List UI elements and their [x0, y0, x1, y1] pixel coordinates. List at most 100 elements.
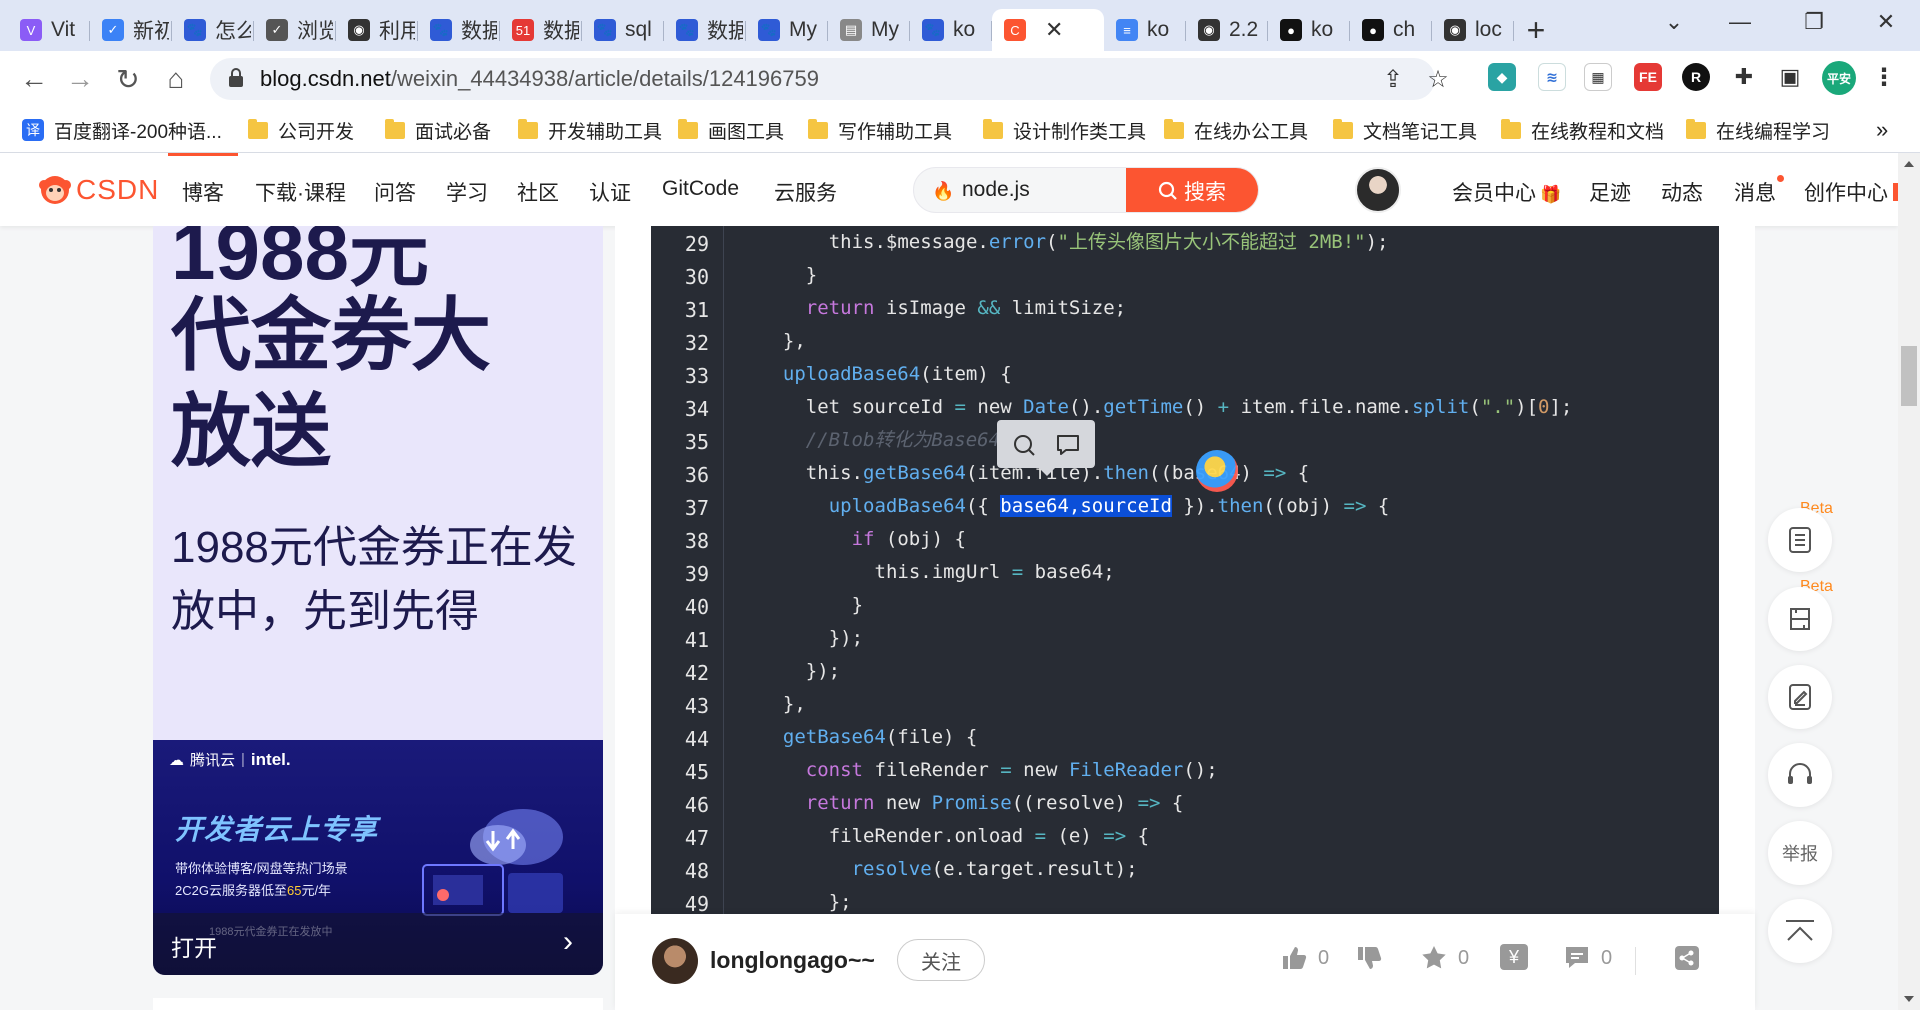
forward-button[interactable]: → — [60, 61, 100, 97]
tab-search-chevron-icon[interactable]: ⌄ — [1644, 0, 1704, 44]
reader-tool-button[interactable] — [1768, 587, 1832, 651]
bookmark-folder[interactable]: 设计制作类工具 — [983, 117, 1146, 143]
home-button[interactable]: ⌂ — [156, 61, 196, 97]
nav-learn[interactable]: 学习 — [446, 177, 488, 207]
qr-code-extension-icon[interactable]: ▦ — [1584, 63, 1612, 91]
nav-activity[interactable]: 动态 — [1661, 177, 1703, 207]
voucher-ad[interactable]: 1988元 代金券大 放送 1988元代金券正在发放中，先到先得 — [153, 226, 603, 740]
browser-tab[interactable]: 🐾 数据 — [418, 9, 500, 51]
shield-extension-icon[interactable]: ◆ — [1488, 63, 1516, 91]
nav-vip-center[interactable]: 会员中心 🎁 — [1452, 177, 1561, 207]
restore-window-button[interactable]: ❐ — [1784, 0, 1844, 44]
bookmark-folder[interactable]: 在线编程学习 — [1686, 117, 1830, 143]
tencent-cloud-ad[interactable]: ☁ 腾讯云 | intel. 开发者云上专享 带你体验博客/网盘等热门场景 2C… — [153, 740, 603, 975]
comment-selection-button[interactable] — [1053, 430, 1083, 460]
browser-tab[interactable]: ◉ 2.2 — [1186, 9, 1268, 51]
page-scrollbar[interactable] — [1898, 153, 1920, 1010]
code-block[interactable]: 29 30 31 32 33 34 35 36 37 38 39 40 41 42 43 44 45 46 47 48… — [651, 226, 1719, 914]
collect-button[interactable]: 0 — [1420, 944, 1469, 972]
search-box[interactable]: 🔥 node.js 搜索 — [913, 167, 1259, 213]
browser-tab[interactable]: ✓ 浏览 — [254, 9, 336, 51]
write-note-button[interactable] — [1768, 665, 1832, 729]
bookmark-folder[interactable]: 面试必备 — [385, 117, 491, 143]
scroll-up-arrow[interactable] — [1904, 161, 1914, 167]
new-tab-button[interactable]: + — [1514, 9, 1558, 51]
browser-tab[interactable]: ✓ 新初 — [90, 9, 172, 51]
nav-blog[interactable]: 博客 — [168, 153, 238, 207]
browser-tab[interactable]: ◉ 利用 — [336, 9, 418, 51]
reward-button[interactable]: ¥ — [1500, 944, 1528, 970]
bookmark-star-icon[interactable]: ☆ — [1425, 66, 1451, 93]
selected-code-text[interactable]: base64,sourceId — [1000, 495, 1172, 517]
bookmark-folder[interactable]: 文档笔记工具 — [1333, 117, 1477, 143]
scroll-down-arrow[interactable] — [1904, 996, 1914, 1002]
user-avatar[interactable] — [1355, 167, 1401, 213]
nav-download-course[interactable]: 下载·课程 — [255, 177, 346, 207]
follow-button[interactable]: 关注 — [897, 939, 985, 981]
extensions-puzzle-icon[interactable]: ✚ — [1730, 63, 1758, 91]
author-avatar[interactable] — [652, 938, 698, 984]
browser-tab[interactable]: 51 数据 — [500, 9, 582, 51]
r-extension-icon[interactable]: R — [1682, 63, 1710, 91]
search-selection-button[interactable] — [1009, 430, 1039, 460]
nav-creator-center[interactable]: 创作中心 — [1804, 177, 1888, 207]
tab-active[interactable]: C ✕ — [992, 9, 1104, 51]
bookmark-folder[interactable]: 画图工具 — [678, 117, 784, 143]
author-name[interactable]: longlongago~~ — [710, 947, 875, 974]
browser-tab[interactable]: V Vit — [8, 9, 90, 51]
nav-cloud[interactable]: 云服务 — [774, 177, 837, 207]
outline-tool-button[interactable] — [1768, 508, 1832, 572]
bookmark-folder[interactable]: 在线教程和文档 — [1501, 117, 1664, 143]
share-icon[interactable]: ⇪ — [1380, 66, 1406, 93]
back-to-top-button[interactable] — [1768, 899, 1832, 963]
nav-community[interactable]: 社区 — [517, 177, 559, 207]
search-input[interactable]: node.js — [962, 178, 1030, 202]
nav-gitcode[interactable]: GitCode — [662, 177, 739, 201]
browser-tab[interactable]: 🐾 sql — [582, 9, 664, 51]
scrollbar-thumb[interactable] — [1901, 346, 1917, 406]
bookmark-folder[interactable]: 公司开发 — [248, 117, 354, 143]
code-token: (item) { — [920, 363, 1012, 385]
comment-button[interactable]: 0 — [1563, 944, 1612, 972]
profile-avatar[interactable]: 平安 — [1822, 61, 1856, 95]
nav-qa[interactable]: 问答 — [374, 177, 416, 207]
ad2-open-bar[interactable]: 1988元代金券正在发放中 打开 › — [153, 913, 603, 975]
browser-tab[interactable]: ◉ loc — [1432, 9, 1514, 51]
line-number: 49 — [684, 892, 709, 914]
browser-tab[interactable]: ≡ ko — [1104, 9, 1186, 51]
nav-footprint[interactable]: 足迹 — [1589, 177, 1631, 207]
close-tab-icon[interactable]: ✕ — [1045, 17, 1063, 43]
side-panel-icon[interactable]: ▣ — [1776, 63, 1804, 91]
reload-button[interactable]: ↻ — [108, 61, 148, 97]
bookmark-item[interactable]: 译百度翻译-200种语... — [22, 117, 222, 143]
bookmark-folder[interactable]: 在线办公工具 — [1164, 117, 1308, 143]
back-button[interactable]: ← — [14, 61, 54, 97]
bookmark-folder[interactable]: 写作辅助工具 — [808, 117, 952, 143]
nav-messages[interactable]: 消息 — [1734, 175, 1784, 207]
like-button[interactable]: 0 — [1280, 944, 1329, 972]
browser-tab[interactable]: ▤ My — [828, 9, 910, 51]
csdn-logo[interactable]: CSDN — [38, 173, 159, 207]
fe-extension-icon[interactable]: FE — [1634, 63, 1662, 91]
layers-extension-icon[interactable]: ≋ — [1538, 63, 1566, 91]
browser-tab[interactable]: 🐾 ko — [910, 9, 992, 51]
code-token: new — [874, 792, 932, 814]
report-button[interactable]: 举报 — [1768, 821, 1832, 885]
browser-tab[interactable]: 🐾 My — [746, 9, 828, 51]
minimize-window-button[interactable]: — — [1710, 0, 1770, 44]
browser-tab[interactable]: 🐾 怎么 — [172, 9, 254, 51]
bookmarks-overflow-chevron-icon[interactable]: » — [1876, 117, 1888, 143]
code-token: new — [1011, 759, 1069, 781]
address-bar[interactable]: blog.csdn.net/weixin_44434938/article/de… — [210, 58, 1449, 100]
bookmark-folder[interactable]: 开发辅助工具 — [518, 117, 662, 143]
browser-tab[interactable]: ● ch — [1350, 9, 1432, 51]
search-button[interactable]: 搜索 — [1126, 168, 1258, 212]
browser-tab[interactable]: 🐾 数据 — [664, 9, 746, 51]
nav-certification[interactable]: 认证 — [589, 177, 631, 207]
browser-menu-icon[interactable]: ⋮ — [1870, 63, 1898, 91]
browser-tab[interactable]: ● ko — [1268, 9, 1350, 51]
close-window-button[interactable]: ✕ — [1856, 0, 1916, 44]
customer-service-button[interactable] — [1768, 743, 1832, 807]
share-button[interactable] — [1673, 944, 1701, 972]
dislike-button[interactable] — [1355, 944, 1383, 972]
